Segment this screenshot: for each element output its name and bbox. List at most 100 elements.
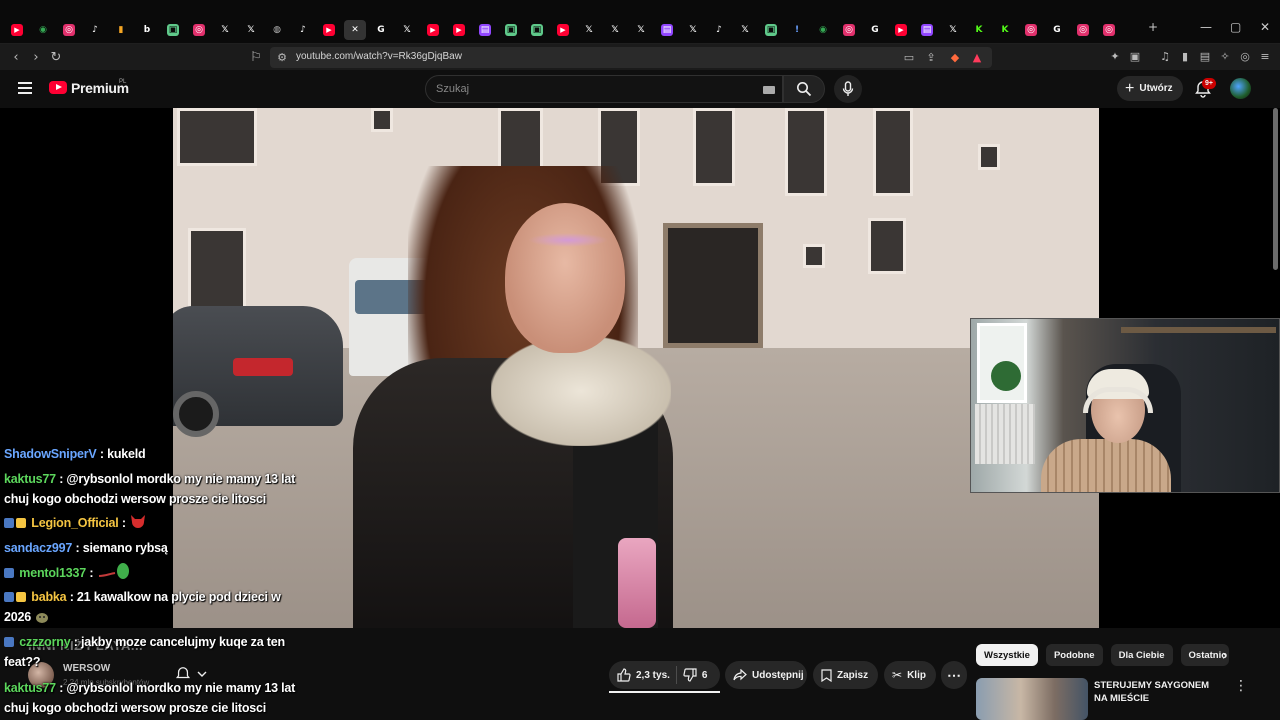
browser-tab[interactable]: 𝕏: [734, 20, 756, 40]
browser-tab[interactable]: ✕: [344, 20, 366, 40]
chat-message: mentol1337 :: [4, 562, 298, 586]
browser-tab[interactable]: ▶: [890, 20, 912, 40]
browser-tab[interactable]: !: [786, 20, 808, 40]
chat-message: czzzorny : jakby moze cancelujmy kuqe za…: [4, 632, 298, 672]
building-window: [785, 108, 827, 196]
brave-shield-icon[interactable]: ◆: [948, 50, 962, 64]
close-window-icon[interactable]: ✕: [1260, 20, 1270, 34]
reload-icon[interactable]: ↻: [47, 48, 65, 66]
browser-tab[interactable]: ▤: [916, 20, 938, 40]
browser-tab[interactable]: ♪: [292, 20, 314, 40]
browser-tab[interactable]: ◍: [266, 20, 288, 40]
browser-tab[interactable]: ▶: [422, 20, 444, 40]
wallet-icon[interactable]: ▤: [1198, 49, 1212, 63]
vpn-icon[interactable]: ◎: [1238, 49, 1252, 63]
save-button[interactable]: Zapisz: [813, 661, 878, 689]
chevron-right-icon[interactable]: ›: [1222, 648, 1228, 664]
clip-button[interactable]: ✂ Klip: [884, 661, 936, 689]
youtube-icon: ▶: [11, 24, 23, 36]
dislike-button[interactable]: 6: [683, 668, 707, 682]
save-bookmark-icon: [821, 668, 832, 682]
search-button[interactable]: [783, 75, 825, 103]
browser-tab[interactable]: ▣: [500, 20, 522, 40]
browser-tab[interactable]: 𝕏: [604, 20, 626, 40]
tab-search-icon[interactable]: ▣: [1128, 49, 1142, 63]
chat-username: babka: [31, 590, 67, 604]
browser-tab[interactable]: ▮: [110, 20, 132, 40]
recommended-thumbnail[interactable]: [976, 678, 1088, 720]
keyboard-icon[interactable]: [763, 86, 775, 94]
guide-menu-icon[interactable]: [18, 82, 32, 94]
browser-tab[interactable]: ◉: [32, 20, 54, 40]
media-icon[interactable]: ♫: [1158, 49, 1172, 63]
browser-tab[interactable]: ▶: [6, 20, 28, 40]
more-vertical-icon[interactable]: ⋮: [1234, 678, 1248, 694]
browser-tab[interactable]: 𝕏: [214, 20, 236, 40]
browser-tab[interactable]: K: [994, 20, 1016, 40]
browser-tab[interactable]: ▣: [162, 20, 184, 40]
youtube-logo-icon[interactable]: [49, 81, 67, 94]
browser-tab[interactable]: ▤: [656, 20, 678, 40]
chip-related[interactable]: Podobne: [1045, 644, 1103, 666]
browser-tab[interactable]: ▣: [526, 20, 548, 40]
browser-tab[interactable]: G: [1046, 20, 1068, 40]
page-scrollbar[interactable]: [1273, 108, 1278, 270]
chip-all[interactable]: Wszystkie: [976, 644, 1038, 666]
minimize-icon[interactable]: —: [1200, 20, 1212, 34]
leo-ai-icon[interactable]: ✧: [1218, 49, 1232, 63]
cast-icon[interactable]: ▭: [902, 50, 916, 64]
browser-tab[interactable]: 𝕏: [240, 20, 262, 40]
browser-tab[interactable]: ▶: [448, 20, 470, 40]
browser-tab[interactable]: ♪: [84, 20, 106, 40]
menu-icon[interactable]: ≡: [1258, 49, 1272, 63]
like-button[interactable]: 2,3 tys.: [609, 668, 670, 682]
browser-tab[interactable]: ◎: [1072, 20, 1094, 40]
chip-for-you[interactable]: Dla Ciebie: [1110, 644, 1173, 666]
browser-tab[interactable]: ◎: [188, 20, 210, 40]
browser-tab[interactable]: 𝕏: [578, 20, 600, 40]
browser-tab[interactable]: ◎: [838, 20, 860, 40]
search-icon: [797, 82, 812, 97]
browser-tab[interactable]: G: [370, 20, 392, 40]
browser-tab[interactable]: ◎: [1020, 20, 1042, 40]
x-icon: 𝕏: [637, 24, 645, 35]
chat-icon: ▣: [531, 24, 543, 36]
streamer-webcam: [970, 318, 1280, 493]
share-icon[interactable]: ⇪: [924, 50, 938, 64]
site-settings-icon[interactable]: ⚙: [275, 50, 289, 64]
x-icon: 𝕏: [949, 24, 957, 35]
tiktok-icon: ♪: [92, 24, 98, 35]
brave-rewards-icon[interactable]: ▲: [970, 50, 984, 64]
create-button[interactable]: + Utwórz: [1117, 76, 1183, 101]
maximize-icon[interactable]: ▢: [1230, 20, 1241, 34]
browser-tab[interactable]: K: [968, 20, 990, 40]
browser-tab[interactable]: ◎: [58, 20, 80, 40]
browser-tab[interactable]: 𝕏: [396, 20, 418, 40]
forward-icon[interactable]: ›: [27, 48, 45, 66]
browser-tab[interactable]: b: [136, 20, 158, 40]
recommended-title[interactable]: STERUJEMY SAYGONEM NA MIEŚCIE: [1094, 679, 1224, 705]
voice-search-button[interactable]: [834, 75, 862, 103]
browser-tab[interactable]: 𝕏: [630, 20, 652, 40]
new-tab-icon[interactable]: +: [1148, 20, 1158, 34]
account-avatar[interactable]: [1230, 78, 1251, 99]
browser-tab[interactable]: 𝕏: [682, 20, 704, 40]
browser-tab[interactable]: ▤: [474, 20, 496, 40]
more-actions-button[interactable]: ⋯: [941, 661, 967, 689]
browser-tab[interactable]: ▶: [552, 20, 574, 40]
bookmark-icon[interactable]: ⚐: [247, 48, 265, 66]
plus-icon: +: [1125, 79, 1135, 97]
browser-tab[interactable]: 𝕏: [942, 20, 964, 40]
browser-tab[interactable]: ♪: [708, 20, 730, 40]
address-bar[interactable]: ⚙ youtube.com/watch?v=Rk36gDjqBaw ▭ ⇪ ◆ …: [270, 47, 992, 68]
browser-tab[interactable]: G: [864, 20, 886, 40]
extensions-icon[interactable]: ✦: [1108, 49, 1122, 63]
back-icon[interactable]: ‹: [7, 48, 25, 66]
share-button[interactable]: Udostępnij: [725, 661, 807, 689]
browser-tab[interactable]: ◉: [812, 20, 834, 40]
sidebar-icon[interactable]: ▮: [1178, 49, 1192, 63]
browser-tab[interactable]: ▶: [318, 20, 340, 40]
browser-tab[interactable]: ◎: [1098, 20, 1120, 40]
browser-tab[interactable]: ▣: [760, 20, 782, 40]
search-input[interactable]: Szukaj: [425, 75, 783, 103]
